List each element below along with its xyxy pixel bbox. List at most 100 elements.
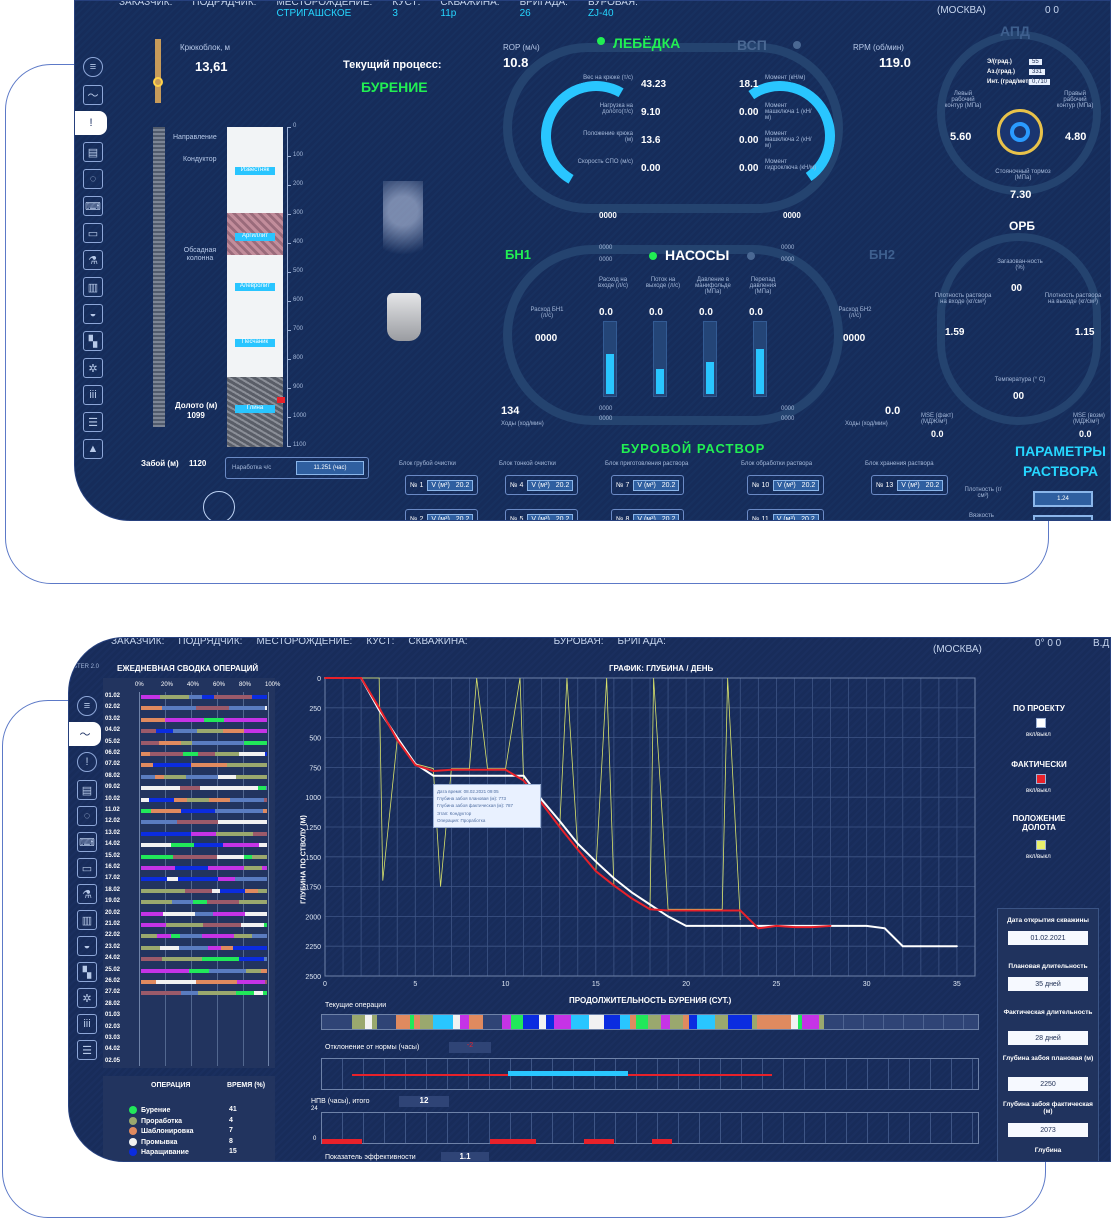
chat-icon-2[interactable]: ◌ — [77, 806, 97, 826]
depth-tick-mark — [287, 185, 291, 186]
legend-op-value: 15 — [229, 1148, 237, 1155]
truck-icon-2[interactable]: ▚ — [77, 962, 97, 982]
density-value[interactable]: 1.24 — [1033, 491, 1093, 507]
ops-strip[interactable] — [321, 1014, 979, 1030]
chart-xlabel: ПРОДОЛЖИТЕЛЬНОСТЬ БУРЕНИЯ (СУТ.) — [569, 996, 732, 1005]
alert-icon-2[interactable]: ! — [77, 752, 97, 772]
info-card-label: Дата открытия скважины — [1007, 917, 1089, 924]
keyboard-icon-2[interactable]: ⌨ — [77, 832, 97, 852]
chart-point — [414, 764, 417, 766]
mud-tank-chip[interactable]: № 2 V (м³) 20.2 — [405, 509, 479, 520]
gear-icon[interactable]: ✲ — [83, 358, 103, 378]
flask-icon-2[interactable]: ⚗ — [77, 884, 97, 904]
summary-date: 04.02 — [105, 1046, 121, 1053]
summary-bar-segment — [171, 843, 194, 848]
mud-tank-chip[interactable]: № 1 V (м³) 20.2 — [405, 475, 479, 495]
mud-tank-volume-label: V (м³) — [531, 481, 550, 489]
chat-icon[interactable]: ◌ — [83, 169, 103, 189]
ops-strip-segment — [604, 1015, 620, 1029]
zone-tag-3: Алевролит — [235, 283, 275, 291]
mud-tank-volume-label: V (м³) — [637, 481, 656, 489]
mud-tank-chip[interactable]: № 8 V (м³) 20.2 — [611, 509, 685, 521]
chart-point — [522, 779, 525, 782]
list-icon-2[interactable]: ☰ — [77, 1040, 97, 1060]
pipes-icon-2[interactable]: iii — [77, 1014, 97, 1034]
flask-icon[interactable]: ⚗ — [83, 250, 103, 270]
summary-bar-segment — [244, 854, 252, 859]
summary-bar — [141, 877, 267, 882]
monitor-icon[interactable]: ▭ — [83, 223, 103, 243]
tanks-icon[interactable]: ▥ — [83, 277, 103, 297]
report-icon[interactable]: ▤ — [83, 142, 103, 162]
sidebar-2: ≡ 〜 ! ▤ ◌ ⌨ ▭ ⚗ ▥ ◒ ▚ ✲ iii ☰ — [69, 696, 105, 1161]
summary-bar-segment — [209, 968, 246, 973]
mud-tank-chip[interactable]: № 11 V (м³) 20.2 — [747, 509, 824, 520]
orb-title: ОРБ — [1009, 219, 1035, 233]
chart-point — [685, 925, 688, 927]
monitor-icon-2[interactable]: ▭ — [77, 858, 97, 878]
chart-point — [901, 945, 904, 948]
well-info-panel: Дата открытия скважины 01.02.2021 Плановая… — [997, 908, 1099, 1161]
report-icon-2[interactable]: ▤ — [77, 780, 97, 800]
npv-axis-top: 24 — [311, 1106, 318, 1112]
header-field: МЕСТОРОЖДЕНИЕ: СТРИГАШСКОЕ — [276, 0, 373, 19]
rig-icon[interactable]: ▲ — [83, 439, 103, 459]
tanks-icon-2[interactable]: ▥ — [77, 910, 97, 930]
gear-icon-2[interactable]: ✲ — [77, 988, 97, 1008]
alert-icon[interactable]: ! — [75, 111, 107, 135]
strokes-right-value: 0.0 — [885, 405, 901, 417]
mud-tank-chip[interactable]: № 10 V (м³) 20.2 — [747, 475, 825, 495]
chart-point — [667, 915, 669, 918]
mud-tank-chip[interactable]: № 13 V (м³) 20.2 — [871, 475, 949, 495]
legend-toggle-swatch[interactable] — [1036, 774, 1046, 784]
pump-code-1: 0000 — [599, 245, 613, 251]
legend-row: Шаблонировка 7 — [129, 1127, 269, 1135]
legend-toggle-swatch[interactable] — [1036, 718, 1046, 728]
summary-bar-segment — [141, 695, 160, 699]
ops-strip-segment — [322, 1015, 333, 1029]
summary-bar-segment — [198, 752, 215, 756]
legend-toggle-swatch[interactable] — [1036, 840, 1046, 850]
chart-point — [594, 870, 597, 873]
strokes-right-label: Ходы (ход/мин) — [845, 421, 888, 427]
vsp-status-dot — [793, 41, 801, 49]
pumps-title: НАСОСЫ — [665, 247, 730, 263]
chart-icon-2[interactable]: 〜 — [69, 722, 101, 746]
chart-point — [937, 945, 940, 948]
process-value: БУРЕНИЕ — [361, 79, 428, 95]
summary-bar-segment — [141, 923, 166, 927]
mse-fact-label: MSE (факт) (МДЖ/м³) — [921, 413, 954, 425]
summary-bar-segment — [180, 934, 202, 939]
truck-icon[interactable]: ▚ — [83, 331, 103, 351]
depth-tick-label: 0 — [293, 123, 297, 129]
chart-point — [631, 897, 633, 900]
keyboard-icon[interactable]: ⌨ — [83, 196, 103, 216]
summary-bar-segment — [173, 729, 197, 734]
depth-chart[interactable]: 025050075010001250150017502000225025000 5… — [289, 672, 985, 1002]
menu-icon[interactable]: ≡ — [83, 57, 103, 77]
list-icon[interactable]: ☰ — [83, 412, 103, 432]
summary-date: 07.02 — [105, 761, 121, 768]
info-card-label: Глубина забоя плановая (м) — [1002, 1055, 1094, 1062]
mud-tank-volume: V (м³) 20.2 — [427, 513, 474, 520]
summary-date: 24.02 — [105, 955, 121, 962]
summary-bar-segment — [186, 774, 218, 779]
viscosity-value[interactable] — [1033, 515, 1093, 520]
summary-bar-segment — [141, 820, 177, 825]
chart-icon[interactable]: 〜 — [83, 85, 103, 105]
mud-tank-chip[interactable]: № 5 V (м³) 20.2 — [505, 509, 579, 520]
pump-icon-2[interactable]: ◒ — [77, 936, 97, 956]
npv-bar-4 — [652, 1139, 672, 1144]
summary-date: 17.02 — [105, 875, 121, 882]
summary-bar-segment — [162, 706, 196, 711]
pump-icon[interactable]: ◒ — [83, 304, 103, 324]
pump-col-bar — [703, 321, 717, 397]
mud-tank-chip[interactable]: № 4 V (м³) 20.2 — [505, 475, 579, 495]
summary-bar-segment — [183, 752, 198, 756]
mud-tank-chip[interactable]: № 7 V (м³) 20.2 — [611, 475, 685, 495]
menu-icon-2[interactable]: ≡ — [77, 696, 97, 716]
mud-tank-number: № 8 — [616, 515, 630, 521]
header-customer: ЗАКАЗЧИК: — [119, 0, 173, 8]
pipes-icon[interactable]: iii — [83, 385, 103, 405]
header2-cluster: КУСТ: — [366, 637, 395, 647]
